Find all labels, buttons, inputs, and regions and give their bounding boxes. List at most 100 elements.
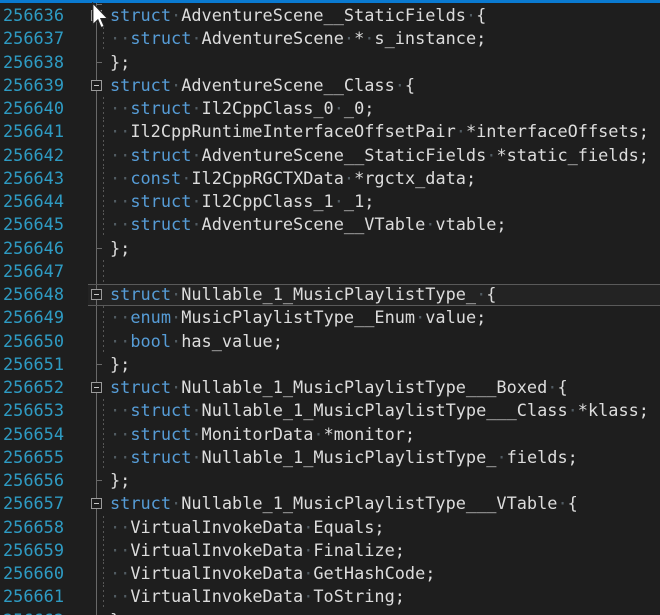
line-number[interactable]: 256662 <box>3 609 64 615</box>
code-line-text[interactable]: struct·Nullable_1_MusicPlaylistType_·{ <box>110 283 496 306</box>
line-number[interactable]: 256644 <box>3 190 64 213</box>
line-number[interactable]: 256642 <box>3 144 64 167</box>
line-number[interactable]: 256661 <box>3 585 64 608</box>
code-line-text[interactable]: ··struct·AdventureScene__VTable·vtable; <box>110 213 507 236</box>
whitespace-dots: · <box>191 424 201 444</box>
line-number[interactable]: 256657 <box>3 492 64 515</box>
code-line-text[interactable]: struct·AdventureScene__StaticFields·{ <box>110 4 486 27</box>
line-number[interactable]: 256646 <box>3 237 64 260</box>
code-line-text[interactable]: ··Il2CppRuntimeInterfaceOffsetPair·*inte… <box>110 120 649 143</box>
minus-glyph <box>94 85 99 86</box>
code-token: AdventureScene__StaticFields <box>181 5 466 25</box>
whitespace-dots: · <box>476 284 486 304</box>
line-number[interactable]: 256636 <box>3 4 64 27</box>
whitespace-dots: · <box>171 284 181 304</box>
code-line: 256653 ··struct·Nullable_1_MusicPlaylistT… <box>0 399 660 422</box>
code-line-text[interactable]: ··VirtualInvokeData·Finalize; <box>110 539 405 562</box>
code-line-text[interactable]: }; <box>110 51 130 74</box>
code-token: Il2CppClass_0 <box>202 98 334 118</box>
line-number[interactable]: 256639 <box>3 74 64 97</box>
code-token: Nullable_1_MusicPlaylistType___Boxed <box>181 377 547 397</box>
code-line-text[interactable]: }; <box>110 469 130 492</box>
line-number[interactable]: 256645 <box>3 213 64 236</box>
code-line: 256652 struct·Nullable_1_MusicPlaylistTyp… <box>0 376 660 399</box>
code-line-text[interactable]: ··struct·MonitorData·*monitor; <box>110 423 415 446</box>
code-line: 256646}; <box>0 237 660 260</box>
line-number[interactable]: 256655 <box>3 446 64 469</box>
code-token: _1; <box>344 191 375 211</box>
fold-collapse-icon[interactable] <box>91 382 102 393</box>
fold-collapse-icon[interactable] <box>91 10 102 21</box>
code-token: GetHashCode; <box>313 563 435 583</box>
code-line-text[interactable]: ··struct·Nullable_1_MusicPlaylistType___… <box>110 399 649 422</box>
code-line-text[interactable]: ··VirtualInvokeData·ToString; <box>110 585 405 608</box>
code-line-text[interactable]: struct·AdventureScene__Class·{ <box>110 74 415 97</box>
code-line-text[interactable]: }; <box>110 353 130 376</box>
code-token: fields; <box>507 447 578 467</box>
code-line: 256650 ··bool·has_value; <box>0 330 660 353</box>
code-line-text[interactable]: ··struct·AdventureScene·*·s_instance; <box>110 27 486 50</box>
code-token: vtable; <box>435 214 506 234</box>
code-token: *rgctx_data; <box>354 168 476 188</box>
indent-guide <box>103 330 104 353</box>
line-number[interactable]: 256649 <box>3 306 64 329</box>
line-number[interactable]: 256641 <box>3 120 64 143</box>
line-number[interactable]: 256648 <box>3 283 64 306</box>
code-line-text[interactable]: ··VirtualInvokeData·Equals; <box>110 516 385 539</box>
line-number[interactable]: 256640 <box>3 97 64 120</box>
line-number[interactable]: 256658 <box>3 516 64 539</box>
code-line: 256639 struct·AdventureScene__Class·{ <box>0 74 660 97</box>
code-line-text[interactable]: ··struct·Il2CppClass_1·_1; <box>110 190 374 213</box>
line-number[interactable]: 256643 <box>3 167 64 190</box>
code-line: 256642 ··struct·AdventureScene__StaticFie… <box>0 144 660 167</box>
code-token: }; <box>110 238 130 258</box>
code-line-text[interactable]: ··struct·Nullable_1_MusicPlaylistType_·f… <box>110 446 578 469</box>
code-line: 256640 ··struct·Il2CppClass_0·_0; <box>0 97 660 120</box>
code-editor-pane[interactable]: 256636struct·AdventureScene__StaticField… <box>0 0 660 615</box>
line-number[interactable]: 256659 <box>3 539 64 562</box>
code-line: 256637 ··struct·AdventureScene·*·s_instan… <box>0 27 660 50</box>
code-line-text[interactable]: struct·Nullable_1_MusicPlaylistType___VT… <box>110 492 578 515</box>
indent-guide <box>103 97 104 120</box>
code-line-text[interactable]: }; <box>110 609 130 615</box>
code-line: 256641 ··Il2CppRuntimeInterfaceOffsetPair… <box>0 120 660 143</box>
line-number[interactable]: 256652 <box>3 376 64 399</box>
code-line-text[interactable]: ··struct·Il2CppClass_0·_0; <box>110 97 374 120</box>
code-token: { <box>557 377 567 397</box>
code-line: 256655 ··struct·Nullable_1_MusicPlaylistT… <box>0 446 660 469</box>
line-number[interactable]: 256654 <box>3 423 64 446</box>
line-number[interactable]: 256653 <box>3 399 64 422</box>
fold-collapse-icon[interactable] <box>91 80 102 91</box>
code-token: Il2CppClass_1 <box>202 191 334 211</box>
code-line-text[interactable]: ··bool·has_value; <box>110 330 283 353</box>
fold-collapse-icon[interactable] <box>91 498 102 509</box>
code-line: 256660 ··VirtualInvokeData·GetHashCode; <box>0 562 660 585</box>
line-number[interactable]: 256660 <box>3 562 64 585</box>
whitespace-dots: ·· <box>110 168 130 188</box>
whitespace-dots: · <box>303 563 313 583</box>
code-line-text[interactable]: ··VirtualInvokeData·GetHashCode; <box>110 562 435 585</box>
code-line-text[interactable]: ··const·Il2CppRGCTXData·*rgctx_data; <box>110 167 476 190</box>
line-number[interactable]: 256637 <box>3 27 64 50</box>
fold-collapse-icon[interactable] <box>91 289 102 300</box>
whitespace-dots: ·· <box>110 331 130 351</box>
whitespace-dots: · <box>466 5 476 25</box>
code-token: }; <box>110 354 130 374</box>
keyword-token: struct <box>130 424 191 444</box>
whitespace-dots: · <box>171 307 181 327</box>
indent-guide <box>103 144 104 167</box>
line-number[interactable]: 256656 <box>3 469 64 492</box>
line-number[interactable]: 256651 <box>3 353 64 376</box>
whitespace-dots: ·· <box>110 540 130 560</box>
code-line-text[interactable]: struct·Nullable_1_MusicPlaylistType___Bo… <box>110 376 568 399</box>
code-line-text[interactable]: ··enum·MusicPlaylistType__Enum·value; <box>110 306 486 329</box>
whitespace-dots: · <box>191 191 201 211</box>
code-line: 256658 ··VirtualInvokeData·Equals; <box>0 516 660 539</box>
whitespace-dots: · <box>313 424 323 444</box>
code-line-text[interactable]: ··struct·AdventureScene__StaticFields·*s… <box>110 144 649 167</box>
line-number[interactable]: 256638 <box>3 51 64 74</box>
code-line-text[interactable]: }; <box>110 237 130 260</box>
line-number[interactable]: 256650 <box>3 330 64 353</box>
indent-guide <box>103 516 104 539</box>
line-number[interactable]: 256647 <box>3 260 64 283</box>
